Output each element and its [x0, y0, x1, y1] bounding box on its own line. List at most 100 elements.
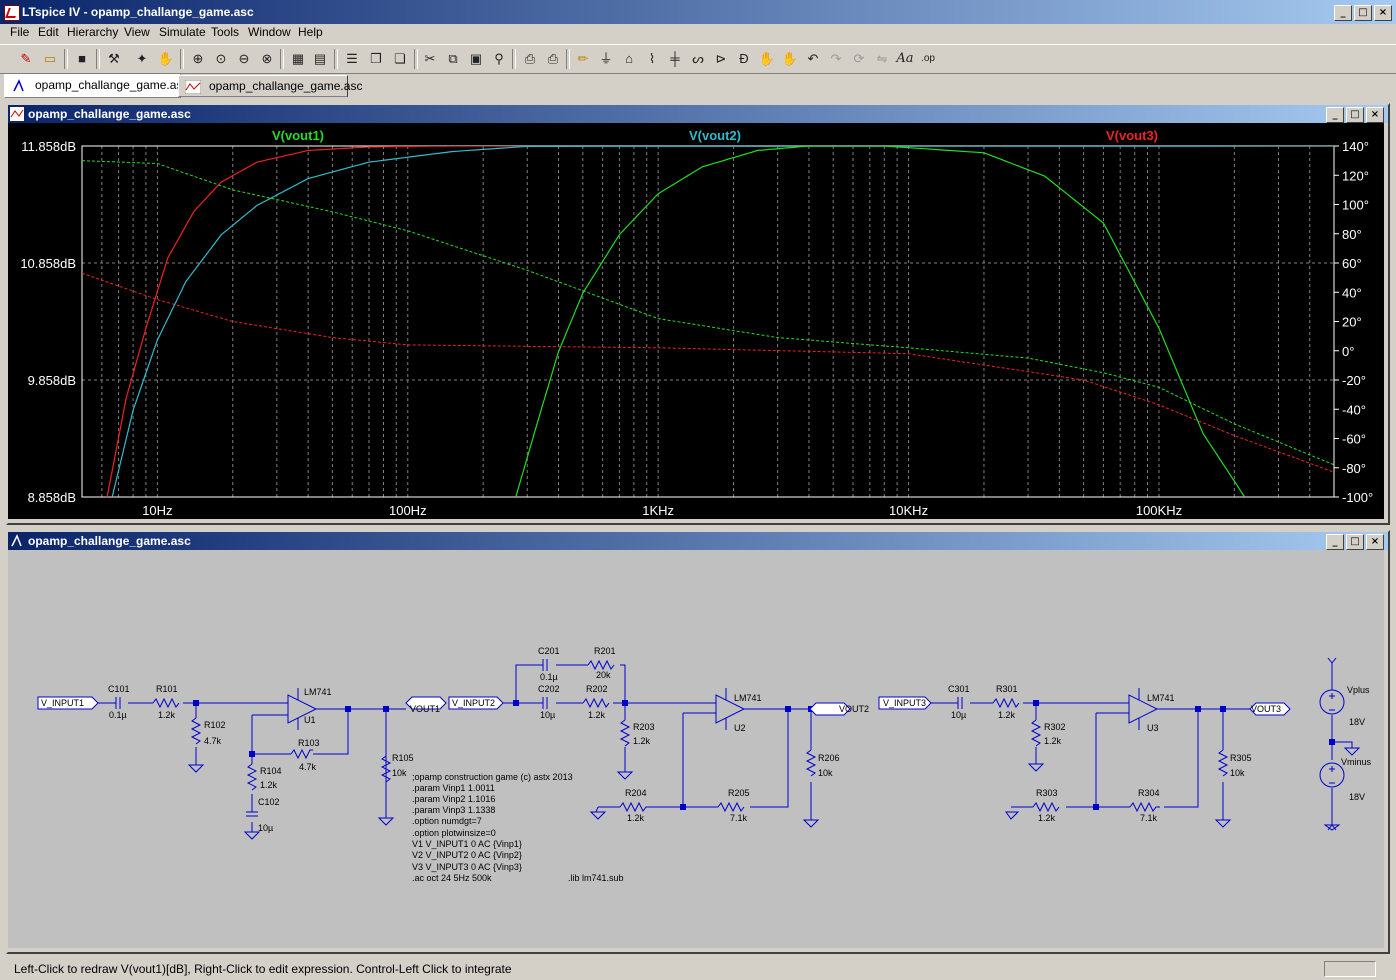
minimize-button[interactable]: _	[1334, 5, 1352, 21]
status-text: Left-Click to redraw V(vout1)[dB], Right…	[14, 962, 512, 976]
inductor-icon[interactable]: ᔕ	[688, 49, 708, 69]
svg-text:R301: R301	[996, 684, 1018, 694]
diode-icon[interactable]: ⊳	[711, 49, 731, 69]
menu-file[interactable]: File	[10, 25, 29, 39]
y-right-tick-label: 60°	[1342, 256, 1362, 271]
cut-icon[interactable]: ✂	[420, 49, 440, 69]
capacitor-icon[interactable]: ╪	[665, 49, 685, 69]
plot-close-button[interactable]: ×	[1366, 107, 1384, 123]
zoom-in-icon[interactable]: ⊕	[188, 49, 208, 69]
svg-text:10k: 10k	[392, 768, 407, 778]
undo-icon[interactable]: ↶	[803, 49, 823, 69]
waveform-window-titlebar[interactable]: opamp_challange_game.asc _ □ ×	[8, 105, 1388, 123]
paste-icon[interactable]: ▣	[466, 49, 486, 69]
plot-maximize-button[interactable]: □	[1346, 107, 1364, 123]
mirror-icon[interactable]: ⇋	[872, 49, 892, 69]
legend-label-v-vout2: V(vout2)	[689, 128, 741, 143]
svg-text:R202: R202	[586, 684, 608, 694]
y-right-tick-label: -60°	[1342, 432, 1366, 447]
text-icon[interactable]: Aa	[895, 49, 915, 69]
spice-directive-icon[interactable]: .op	[918, 49, 938, 69]
svg-text:1.2k: 1.2k	[633, 736, 651, 746]
save-icon[interactable]: ■	[72, 49, 92, 69]
svg-text:LM741: LM741	[304, 687, 332, 697]
bode-plot[interactable]: 11.858dB 10.858dB 9.858dB 8.858dB 140° 120° 10…	[8, 123, 1384, 519]
schematic-window-titlebar[interactable]: opamp_challange_game.asc _ □ ×	[8, 532, 1388, 550]
menu-hierarchy[interactable]: Hierarchy	[67, 25, 118, 39]
svg-text:10k: 10k	[818, 768, 833, 778]
print-icon[interactable]: ⎙	[543, 49, 563, 69]
menu-edit[interactable]: Edit	[38, 25, 59, 39]
manual-limits-icon[interactable]: ▤	[310, 49, 330, 69]
zoom-fit-icon[interactable]: ⊗	[257, 49, 277, 69]
schematic-canvas[interactable]: V_INPUT1 VOUT1 V_INPUT2 VOUT2 V_INPUT3 V…	[8, 550, 1384, 948]
autorange-icon[interactable]: ▦	[288, 49, 308, 69]
plot-minimize-button[interactable]: _	[1326, 107, 1344, 123]
cascade-icon[interactable]: ❐	[366, 49, 386, 69]
y-left-tick-label: 11.858dB	[21, 139, 76, 154]
svg-text:0.1µ: 0.1µ	[540, 672, 558, 682]
zoom-out-icon[interactable]: ⊖	[234, 49, 254, 69]
y-right-tick-label: 80°	[1342, 227, 1362, 242]
directive-line: .param Vinp3 1.1338	[412, 805, 495, 815]
control-panel-icon[interactable]: ⚒	[104, 49, 124, 69]
schematic-close-button[interactable]: ×	[1366, 534, 1384, 550]
waveform-window-title: opamp_challange_game.asc	[28, 107, 191, 121]
r101-resistor	[152, 697, 180, 709]
move-icon[interactable]: ✋	[757, 49, 777, 69]
waveform-window: opamp_challange_game.asc _ □ × 11.858dB 1…	[6, 103, 1390, 525]
component-icon[interactable]: Ð	[734, 49, 754, 69]
resistor-icon[interactable]: ⌇	[642, 49, 662, 69]
y-left-tick-label: 9.858dB	[28, 373, 76, 388]
menu-simulate[interactable]: Simulate	[159, 25, 206, 39]
rotate-icon[interactable]: ⟳	[849, 49, 869, 69]
svg-text:R102: R102	[204, 720, 226, 730]
app-title-bar[interactable]: LTspice IV - opamp_challange_game.asc _ …	[0, 0, 1396, 24]
maximize-button[interactable]: □	[1354, 5, 1372, 21]
tile-horizontal-icon[interactable]: ☰	[342, 49, 362, 69]
open-folder-icon[interactable]: ▭	[40, 49, 60, 69]
c202-capacitor	[542, 697, 548, 709]
redo-icon[interactable]: ↷	[826, 49, 846, 69]
svg-text:Vminus: Vminus	[1341, 757, 1372, 767]
close-button[interactable]: ×	[1374, 5, 1392, 21]
waveform-tab-icon	[184, 79, 202, 95]
svg-text:4.7k: 4.7k	[299, 762, 317, 772]
tab-schematic[interactable]: opamp_challange_game.asc	[4, 74, 188, 98]
svg-text:R201: R201	[594, 646, 616, 656]
menu-window[interactable]: Window	[248, 25, 291, 39]
zoom-pan-icon[interactable]: ⊙	[211, 49, 231, 69]
new-schematic-icon[interactable]: ✎	[16, 49, 36, 69]
label-net-icon[interactable]: ⌂	[619, 49, 639, 69]
svg-text:10k: 10k	[1230, 768, 1245, 778]
directive-line: .option plotwinsize=0	[412, 828, 496, 838]
print-setup-icon[interactable]: ⎙	[520, 49, 540, 69]
svg-text:4.7k: 4.7k	[204, 736, 222, 746]
schematic-minimize-button[interactable]: _	[1326, 534, 1344, 550]
tile-vertical-icon[interactable]: ❏	[390, 49, 410, 69]
menu-bar: File Edit Hierarchy View Simulate Tools …	[0, 24, 1396, 44]
menu-help[interactable]: Help	[298, 25, 323, 39]
c101-capacitor	[115, 697, 121, 709]
menu-view[interactable]: View	[124, 25, 150, 39]
wires	[98, 663, 1353, 832]
y-right-tick-label: -80°	[1342, 461, 1366, 476]
svg-text:1.2k: 1.2k	[998, 710, 1016, 720]
directive-line: .param Vinp1 1.0011	[412, 783, 495, 793]
halt-icon[interactable]: ✋	[156, 49, 176, 69]
run-icon[interactable]: ✦	[132, 49, 152, 69]
r202-resistor	[582, 697, 610, 709]
ground-icon[interactable]: ⏚	[596, 49, 616, 69]
copy-icon[interactable]: ⧉	[443, 49, 463, 69]
draw-wire-icon[interactable]: ✏	[573, 49, 593, 69]
port-v-input2: V_INPUT2	[452, 698, 495, 708]
svg-text:R104: R104	[260, 766, 282, 776]
svg-text:R206: R206	[818, 753, 840, 763]
c301-capacitor	[957, 697, 963, 709]
r205-resistor	[717, 801, 745, 813]
menu-tools[interactable]: Tools	[211, 25, 239, 39]
tab-waveform[interactable]: opamp_challange_game.asc	[178, 75, 362, 97]
find-icon[interactable]: ⚲	[489, 49, 509, 69]
schematic-maximize-button[interactable]: □	[1346, 534, 1364, 550]
drag-icon[interactable]: ✋	[780, 49, 800, 69]
